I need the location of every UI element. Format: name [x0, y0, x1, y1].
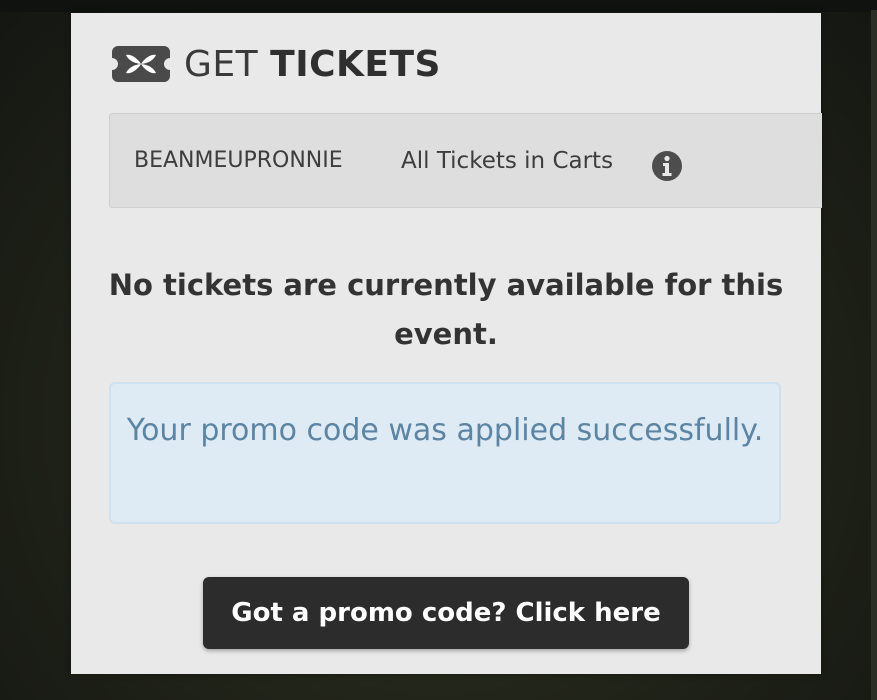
title-get: GET [184, 43, 259, 85]
page-top-strip [0, 0, 877, 12]
page-right-edge [871, 10, 877, 700]
panel-header: GET TICKETS [112, 41, 441, 87]
promo-success-text: Your promo code was applied successfully… [126, 413, 764, 448]
tab-user[interactable]: BEANMEUPRONNIE [134, 148, 343, 173]
title-tickets: TICKETS [270, 43, 441, 85]
ticket-icon [112, 46, 170, 82]
tab-all-tickets-in-carts[interactable]: All Tickets in Carts [401, 148, 613, 174]
get-tickets-panel: GET TICKETS BEANMEUPRONNIE All Tickets i… [71, 13, 822, 674]
promo-code-button[interactable]: Got a promo code? Click here [203, 577, 689, 649]
tabs-bar: BEANMEUPRONNIE All Tickets in Carts [109, 113, 822, 208]
promo-success-alert: Your promo code was applied successfully… [109, 382, 781, 524]
no-tickets-message: No tickets are currently available for t… [108, 268, 784, 351]
info-icon[interactable] [651, 150, 683, 182]
